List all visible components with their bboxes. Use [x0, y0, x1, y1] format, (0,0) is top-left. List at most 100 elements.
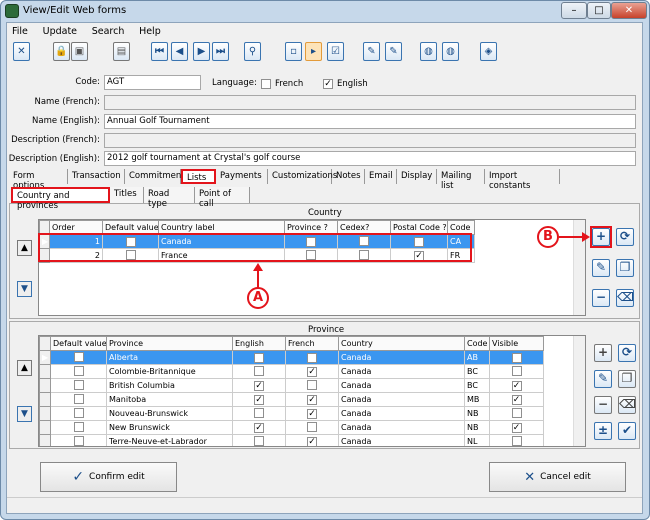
visible-cell[interactable]: ✓ [489, 392, 544, 407]
print-button[interactable]: ▤ [113, 42, 130, 61]
visible-cell[interactable] [489, 364, 544, 379]
default-cell[interactable] [50, 350, 107, 365]
default-checkbox[interactable] [73, 435, 84, 446]
visible-checkbox[interactable]: ✓ [511, 394, 522, 405]
previous-record-button[interactable]: ◀ [171, 42, 188, 61]
english-cell[interactable]: ✓ [232, 392, 286, 407]
move-down-button[interactable]: ▼ [17, 281, 32, 297]
english-checkbox[interactable]: ✓ [323, 79, 333, 89]
visible-checkbox[interactable]: ✓ [511, 422, 522, 433]
code-field[interactable]: AGT [104, 75, 201, 90]
edit-country-button[interactable]: ✎ [592, 259, 610, 277]
tab-email[interactable]: Email [365, 169, 397, 184]
english-cell[interactable] [232, 406, 286, 421]
close-button[interactable]: ✕ [611, 2, 647, 19]
default-checkbox[interactable] [73, 379, 84, 390]
province-name-cell[interactable]: Nouveau-Brunswick [106, 406, 233, 421]
province-row[interactable]: Colombie-Britannique ✓ Canada BC [39, 364, 544, 379]
visible-checkbox[interactable] [511, 407, 522, 418]
tab-commitment[interactable]: Commitment [125, 169, 185, 184]
province-row[interactable]: New Brunswick ✓ Canada NB ✓ [39, 420, 544, 435]
first-record-button[interactable]: ⏮ [151, 42, 168, 61]
province-scrollbar[interactable] [573, 336, 585, 446]
default-cell[interactable] [50, 434, 107, 446]
subtab-country-and-provinces[interactable]: Country and provinces [11, 187, 110, 211]
french-checkbox[interactable] [307, 379, 317, 390]
english-checkbox[interactable]: ✓ [254, 394, 264, 405]
default-cell[interactable] [50, 378, 107, 393]
tab-display[interactable]: Display [397, 169, 437, 184]
province-row[interactable]: British Columbia ✓ Canada BC ✓ [39, 378, 544, 393]
province-row[interactable]: ▶ Alberta ✓ ✓ Canada AB ✓ [39, 350, 544, 365]
french-checkbox[interactable]: ✓ [307, 394, 317, 405]
search-dropdown-button[interactable]: ⚲ [244, 42, 261, 61]
province-row[interactable]: Manitoba ✓ ✓ Canada MB ✓ [39, 392, 544, 407]
french-cell[interactable]: ✓ [285, 406, 339, 421]
french-cell[interactable]: ✓ [285, 434, 339, 446]
visible-cell[interactable]: ✓ [489, 420, 544, 435]
edit-province-button[interactable]: ✎ [594, 370, 612, 388]
country-cell[interactable]: Canada [338, 350, 465, 365]
confirm-edit-button[interactable]: ✓ Confirm edit [40, 462, 177, 492]
tab-import-constants[interactable]: Import constants [485, 169, 560, 191]
french-checkbox[interactable]: ✓ [307, 436, 317, 446]
cancel-edit-button[interactable]: ✕ Cancel edit [489, 462, 626, 492]
french-checkbox[interactable] [307, 421, 317, 432]
province-row[interactable]: Terre-Neuve-et-Labrador ✓ Canada NL [39, 434, 544, 446]
name-french-field[interactable] [104, 95, 636, 110]
close-form-button[interactable]: ✕ [13, 42, 30, 61]
visible-checkbox[interactable] [511, 435, 522, 446]
province-name-cell[interactable]: New Brunswick [106, 420, 233, 435]
english-cell[interactable] [232, 434, 286, 446]
province-column-header[interactable]: Visible [489, 336, 544, 351]
menu-update[interactable]: Update [43, 26, 77, 37]
code-cell[interactable]: MB [464, 392, 490, 407]
plus-minus-button[interactable]: ± [594, 422, 612, 440]
subtab-road-type[interactable]: Road type [144, 187, 195, 209]
visible-cell[interactable] [489, 434, 544, 446]
globe-button[interactable]: ◍ [420, 42, 437, 61]
subtab-point-of-call[interactable]: Point of call [195, 187, 250, 209]
country-cell[interactable]: Canada [338, 378, 465, 393]
move-up-button[interactable]: ▲ [17, 240, 32, 256]
country-cell[interactable]: Canada [338, 392, 465, 407]
province-column-header[interactable]: Province [106, 336, 233, 351]
english-checkbox[interactable] [254, 365, 264, 376]
description-english-field[interactable]: 2012 golf tournament at Crystal's golf c… [104, 151, 636, 166]
visible-cell[interactable] [489, 406, 544, 421]
erase-country-button[interactable]: ⌫ [616, 289, 634, 307]
province-move-down-button[interactable]: ▼ [17, 406, 32, 422]
next-record-button[interactable]: ▶ [193, 42, 210, 61]
link-button[interactable]: ◈ [480, 42, 497, 61]
french-cell[interactable]: ✓ [285, 364, 339, 379]
province-column-header[interactable]: Country [338, 336, 465, 351]
english-checkbox[interactable]: ✓ [254, 352, 264, 363]
province-name-cell[interactable]: Terre-Neuve-et-Labrador [106, 434, 233, 446]
refresh-country-button[interactable]: ⟳ [616, 228, 634, 246]
country-cell[interactable]: Canada [338, 420, 465, 435]
french-checkbox[interactable]: ✓ [307, 366, 317, 377]
last-record-button[interactable]: ⏭ [212, 42, 229, 61]
english-checkbox[interactable] [254, 407, 264, 418]
tab-form-options[interactable]: Form options [9, 169, 68, 191]
code-cell[interactable]: NB [464, 406, 490, 421]
default-cell[interactable] [50, 406, 107, 421]
validate-button[interactable]: ✔ [618, 422, 636, 440]
province-move-up-button[interactable]: ▲ [17, 360, 32, 376]
english-cell[interactable]: ✓ [232, 420, 286, 435]
default-checkbox[interactable] [73, 351, 84, 362]
check-mode-button[interactable]: ☑ [327, 42, 344, 61]
default-cell[interactable] [50, 364, 107, 379]
english-checkbox[interactable]: ✓ [254, 422, 264, 433]
english-cell[interactable] [232, 364, 286, 379]
english-checkbox[interactable]: ✓ [254, 380, 264, 391]
default-cell[interactable] [50, 420, 107, 435]
french-checkbox[interactable]: ✓ [307, 352, 317, 363]
visible-cell[interactable]: ✓ [489, 350, 544, 365]
visible-cell[interactable]: ✓ [489, 378, 544, 393]
province-column-header[interactable]: French [285, 336, 339, 351]
remove-country-button[interactable]: − [592, 289, 610, 307]
tab-transaction[interactable]: Transaction [68, 169, 125, 184]
french-checkbox[interactable] [261, 79, 271, 89]
remove-province-button[interactable]: − [594, 396, 612, 414]
